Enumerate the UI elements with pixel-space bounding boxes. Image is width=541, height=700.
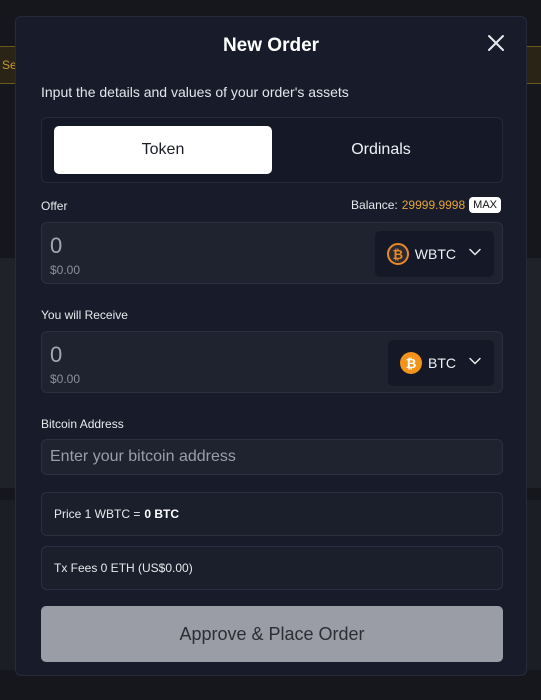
price-prefix: Price 1 WBTC =	[54, 507, 141, 521]
receive-token-select[interactable]: ₿ BTC	[388, 340, 494, 386]
offer-token-select[interactable]: ₿ WBTC	[374, 231, 494, 277]
chevron-down-icon	[468, 354, 482, 373]
max-button[interactable]: MAX	[469, 197, 501, 213]
offer-amount-input[interactable]: 0	[50, 233, 62, 259]
modal-subtitle: Input the details and values of your ord…	[41, 84, 349, 100]
receive-label: You will Receive	[41, 308, 128, 322]
receive-amount-input[interactable]: 0	[50, 342, 62, 368]
fees-info-box: Tx Fees 0 ETH (US$0.00)	[41, 546, 503, 590]
fees-text: Tx Fees 0 ETH (US$0.00)	[54, 561, 193, 575]
receive-token-name: BTC	[428, 355, 456, 371]
wbtc-coin-icon: ₿	[386, 243, 409, 265]
price-info-box: Price 1 WBTC = 0 BTC	[41, 492, 503, 536]
bitcoin-address-label: Bitcoin Address	[41, 417, 124, 431]
asset-type-tabs: Token Ordinals	[41, 117, 503, 183]
receive-amount-box: 0 $0.00 ₿ BTC	[41, 331, 503, 393]
balance-display: Balance: 29999.9998 MAX	[351, 197, 501, 213]
bitcoin-address-input[interactable]	[41, 439, 503, 475]
balance-value: 29999.9998	[401, 198, 466, 212]
approve-place-order-button[interactable]: Approve & Place Order	[41, 606, 503, 662]
offer-label: Offer	[41, 199, 68, 213]
btc-coin-icon: ₿	[400, 352, 422, 374]
chevron-down-icon	[468, 245, 482, 264]
close-icon[interactable]	[486, 33, 506, 53]
price-value: 0 BTC	[144, 507, 180, 521]
tab-ordinals[interactable]: Ordinals	[272, 126, 490, 174]
offer-token-name: WBTC	[414, 246, 456, 262]
receive-usd-value: $0.00	[50, 372, 81, 386]
balance-label: Balance:	[351, 198, 398, 212]
new-order-modal: New Order Input the details and values o…	[15, 16, 527, 676]
offer-usd-value: $0.00	[50, 263, 81, 277]
tab-token[interactable]: Token	[54, 126, 272, 174]
offer-amount-box: 0 $0.00 ₿ WBTC	[41, 222, 503, 284]
modal-title: New Order	[222, 35, 320, 56]
